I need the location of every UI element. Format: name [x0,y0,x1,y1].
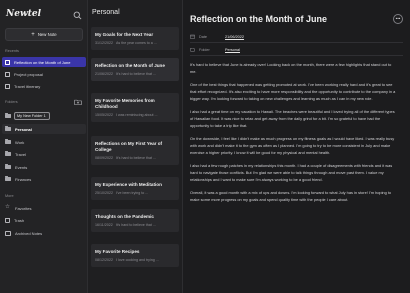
folder-item-label: Finances [15,176,32,182]
more-item-favorites[interactable]: ☆ Favorites [2,203,86,213]
ellipsis-icon: ••• [395,15,401,21]
note-card-snippet: It's hard to believe that ... [115,223,156,227]
note-card[interactable]: Reflections on My First Year of College … [91,136,179,165]
note-card-date: 21/06/2022 [95,72,113,76]
note-card-title: Reflection on the Month of June [95,63,165,68]
more-item-label: Archived Notes [15,230,43,236]
note-paragraph: One of the best things that happened was… [190,82,396,101]
note-body[interactable]: It's hard to believe that June is alread… [190,62,396,210]
sidebar: Newtel + New Note Recents Reflection on … [0,0,88,293]
note-paragraph: On the downside, I feel like I didn't ma… [190,136,395,155]
recent-item-label: Project proposal [14,71,43,77]
folder-icon [5,176,11,181]
folder-icon [190,48,195,52]
note-card-snippet: I've been trying to ... [116,191,149,195]
folder-item-label: Personal [15,126,32,132]
new-note-button[interactable]: + New Note [5,28,83,41]
note-card-date: 08/12/2022 [95,258,113,262]
folder-item-label: Events [15,164,28,170]
recent-item-label: Reflection on the Month of June [14,59,71,65]
note-folder-value[interactable]: Personal [225,48,240,52]
more-item-label: Trash [14,217,25,223]
note-card[interactable]: Thoughts on the Pandemic 16/11/2022 It's … [91,209,179,232]
more-heading: More [5,194,14,198]
recent-item-project-proposal[interactable]: Project proposal [2,69,86,79]
folder-item-label: Work [15,139,25,145]
note-card-title: My Favorite Memories from Childhood [95,98,155,109]
document-icon [5,59,10,65]
note-folder-row: Folder Personal [190,47,240,52]
note-card-date: 08/09/2022 [95,156,113,160]
note-card-snippet: It's hard to believe that ... [116,72,157,76]
recent-item-label: Travel itinerary [14,83,41,89]
list-title: Personal [92,9,120,16]
note-date-label: Date [199,34,208,39]
archive-icon [5,230,11,236]
plus-icon: + [31,31,35,38]
note-card[interactable]: My Experience with Meditation 25/10/2022… [91,177,179,200]
search-icon[interactable] [73,11,82,20]
note-card-date: 15/05/2022 [95,113,113,117]
app-logo: Newtel [6,9,42,19]
note-date-row: Date 21/06/2022 [190,34,244,39]
folder-item-work[interactable]: Work [2,137,86,147]
note-card-date: 31/12/2022 [95,41,113,45]
recent-item-reflection[interactable]: Reflection on the Month of June [2,57,86,67]
folders-heading: Folders [5,100,18,104]
star-icon: ☆ [5,204,10,210]
more-options-button[interactable]: ••• [393,14,403,24]
note-card-date: 25/10/2022 [95,191,113,195]
folder-item-travel[interactable]: Travel [2,149,86,159]
note-card-title: My Goals for the Next Year [95,32,154,37]
recents-heading: Recents [5,49,19,53]
meta-divider [190,42,403,43]
folder-icon [5,151,11,156]
note-card-snippet: As the year comes to a ... [116,41,157,45]
trash-icon [5,217,10,223]
folder-plus-icon[interactable] [74,99,82,105]
new-folder-name-input[interactable]: My New Folder 1 [14,112,50,120]
note-card-snippet: It's hard to believe that ... [116,156,157,160]
note-date-value: 21/06/2022 [225,34,245,39]
more-item-archived-notes[interactable]: Archived Notes [2,228,86,238]
note-folder-label: Folder [199,47,210,52]
document-icon [5,83,10,89]
folder-icon [5,113,11,118]
folder-item-finances[interactable]: Finances [2,174,86,184]
note-card-title: My Experience with Meditation [95,182,162,187]
folder-item-personal[interactable]: Personal [2,124,86,134]
recent-item-travel-itinerary[interactable]: Travel itinerary [2,81,86,91]
folder-item-label: Travel [15,151,26,157]
meta-divider [190,55,403,56]
folder-item-events[interactable]: Events [2,162,86,172]
document-icon [5,71,10,77]
note-paragraph: I also had a great time on my vacation t… [190,109,395,128]
note-card-selected[interactable]: Reflection on the Month of June 21/06/20… [91,58,179,81]
app-window: Newtel + New Note Recents Reflection on … [0,0,410,293]
folder-icon [5,164,11,169]
note-card[interactable]: My Favorite Memories from Childhood 15/0… [91,93,179,122]
more-item-label: Favorites [15,205,32,211]
note-paragraph: Overall, it was a good month with a mix … [190,190,392,202]
note-card-snippet: I was reminiscing about ... [116,113,158,117]
folder-icon [5,126,11,131]
folder-icon [5,139,11,144]
note-card-snippet: I love cooking and trying ... [116,258,159,262]
note-card[interactable]: My Goals for the Next Year 31/12/2022 As … [91,27,179,50]
note-editor: Reflection on the Month of June ••• Date… [183,0,410,293]
note-card-title: My Favorite Recipes [95,249,140,254]
note-card[interactable]: My Favorite Recipes 08/12/2022 I love coo… [91,244,179,267]
note-card-title: Thoughts on the Pandemic [95,214,154,219]
new-note-label: New Note [37,32,57,37]
note-list: Personal My Goals for the Next Year 31/1… [88,0,183,293]
calendar-icon [190,34,195,39]
note-paragraph: I also had a few rough patches in my rel… [190,163,393,182]
more-item-trash[interactable]: Trash [2,215,86,225]
note-card-date: 16/11/2022 [95,223,113,227]
note-card-title: Reflections on My First Year of College [95,141,163,152]
note-title[interactable]: Reflection on the Month of June [190,14,327,24]
note-paragraph: It's hard to believe that June is alread… [190,62,392,74]
